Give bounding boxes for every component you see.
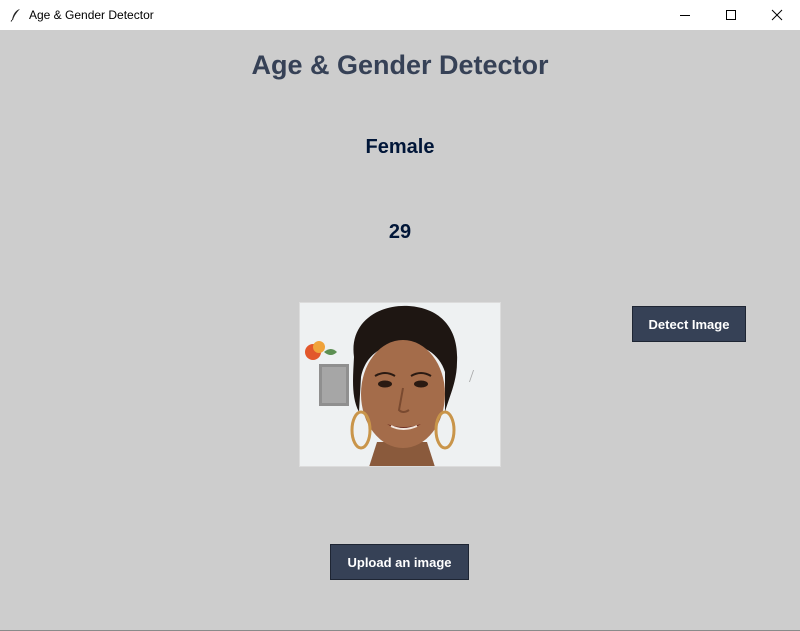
feather-icon [8, 7, 24, 23]
minimize-button[interactable] [662, 0, 708, 30]
title-bar[interactable]: Age & Gender Detector [0, 0, 800, 30]
uploaded-image: / [299, 302, 501, 467]
window-title: Age & Gender Detector [29, 8, 154, 22]
close-button[interactable] [754, 0, 800, 30]
page-title: Age & Gender Detector [251, 50, 549, 80]
upload-image-button[interactable]: Upload an image [330, 544, 469, 580]
gender-result: Female [365, 136, 435, 158]
detect-image-button[interactable]: Detect Image [632, 306, 746, 342]
maximize-button[interactable] [708, 0, 754, 30]
close-icon [771, 9, 783, 21]
window-controls [662, 0, 800, 30]
maximize-icon [726, 10, 736, 20]
minimize-icon [680, 15, 690, 16]
app-window: Age & Gender Detector Age & Gender Detec… [0, 0, 800, 631]
svg-text:/: / [469, 366, 474, 386]
age-result: 29 [388, 221, 412, 243]
